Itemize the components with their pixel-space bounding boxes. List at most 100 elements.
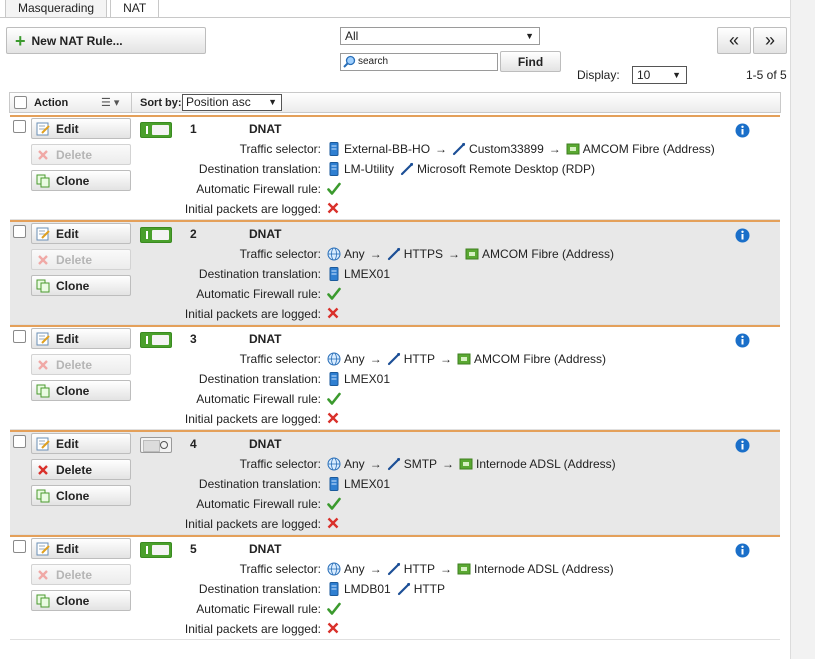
edit-button[interactable]: Edit <box>31 433 131 454</box>
edit-button[interactable]: Edit <box>31 538 131 559</box>
edit-button[interactable]: Edit <box>31 223 131 244</box>
object-label[interactable]: External-BB-HO <box>344 142 430 156</box>
edit-icon <box>36 122 50 136</box>
auto-firewall-label: Automatic Firewall rule: <box>196 392 321 406</box>
object-label[interactable]: LMEX01 <box>344 372 390 386</box>
traffic-selector-value: External-BB-HO → Custom33899 → AMCOM Fibre (… <box>327 142 715 156</box>
destination-translation-label: Destination translation: <box>198 162 321 176</box>
info-icon[interactable] <box>735 438 750 456</box>
traffic-selector-label: Traffic selector: <box>239 562 321 576</box>
cross-icon <box>327 412 339 424</box>
search-input[interactable]: search <box>340 53 498 71</box>
destination-translation-line: Destination translation: LMDB01 HTTP <box>10 582 750 598</box>
auto-firewall-line: Automatic Firewall rule: <box>10 497 750 513</box>
tab-nat[interactable]: NAT <box>110 0 160 18</box>
object-label[interactable]: LMDB01 <box>344 582 391 596</box>
table-row: Edit Delete Clone 1 DNAT Traffic selector: Ext… <box>10 115 780 220</box>
object-label[interactable]: HTTP <box>404 352 435 366</box>
object-label[interactable]: AMCOM Fibre (Address) <box>583 142 715 156</box>
object-label[interactable]: Custom33899 <box>469 142 544 156</box>
info-icon[interactable] <box>735 228 750 246</box>
object-label[interactable]: Microsoft Remote Desktop (RDP) <box>417 162 595 176</box>
object-label[interactable]: HTTP <box>414 582 445 596</box>
packets-logged-label: Initial packets are logged: <box>184 202 321 216</box>
new-nat-rule-button[interactable]: + New NAT Rule... <box>6 27 206 54</box>
edit-button[interactable]: Edit <box>31 328 131 349</box>
object-label[interactable]: Any <box>344 247 365 261</box>
find-button[interactable]: Find <box>500 51 561 72</box>
object-label[interactable]: Internode ADSL (Address) <box>474 562 614 576</box>
auto-firewall-label: Automatic Firewall rule: <box>196 287 321 301</box>
search-icon <box>343 55 356 74</box>
check-icon <box>327 497 341 511</box>
auto-firewall-line: Automatic Firewall rule: <box>10 182 750 198</box>
service-icon <box>387 562 401 576</box>
page-prev-button[interactable]: « <box>717 27 751 54</box>
network-icon <box>459 457 473 471</box>
rule-enable-toggle[interactable] <box>140 332 172 348</box>
edit-label: Edit <box>56 541 79 556</box>
check-icon <box>327 392 341 406</box>
destination-translation-line: Destination translation: LMEX01 <box>10 267 750 283</box>
traffic-selector-label: Traffic selector: <box>239 352 321 366</box>
object-label[interactable]: Any <box>344 352 365 366</box>
search-placeholder: search <box>358 56 389 67</box>
column-menu-icon[interactable]: ☰ ▾ <box>101 96 119 109</box>
auto-firewall-label: Automatic Firewall rule: <box>196 602 321 616</box>
destination-translation-line: Destination translation: LMEX01 <box>10 477 750 493</box>
arrow-separator: → <box>440 562 453 576</box>
dropdown-arrow-icon: ▼ <box>525 31 534 41</box>
rule-enable-toggle[interactable] <box>140 542 172 558</box>
auto-firewall-line: Automatic Firewall rule: <box>10 287 750 303</box>
plus-icon: + <box>15 30 26 51</box>
packets-logged-line: Initial packets are logged: <box>10 517 750 533</box>
page-next-button[interactable]: » <box>753 27 787 54</box>
column-separator <box>131 93 132 113</box>
object-label[interactable]: LM-Utility <box>344 162 394 176</box>
arrow-separator: → <box>548 142 561 156</box>
traffic-selector-label: Traffic selector: <box>239 247 321 261</box>
object-label[interactable]: LMEX01 <box>344 267 390 281</box>
row-checkbox[interactable] <box>13 435 26 448</box>
traffic-selector-line: Traffic selector: External-BB-HO → Custom33… <box>10 142 750 158</box>
rule-enable-toggle[interactable] <box>140 227 172 243</box>
auto-firewall-line: Automatic Firewall rule: <box>10 602 750 618</box>
object-label[interactable]: Internode ADSL (Address) <box>476 457 616 471</box>
object-label[interactable]: Any <box>344 562 365 576</box>
object-label[interactable]: AMCOM Fibre (Address) <box>482 247 614 261</box>
arrow-separator: → <box>448 247 461 261</box>
rule-position: 3 <box>190 332 197 346</box>
row-checkbox[interactable] <box>13 120 26 133</box>
info-icon[interactable] <box>735 333 750 351</box>
info-icon[interactable] <box>735 543 750 561</box>
tab-masquerading[interactable]: Masquerading <box>5 0 108 18</box>
sort-by-select[interactable]: Position asc ▼ <box>182 94 282 111</box>
object-label[interactable]: SMTP <box>404 457 437 471</box>
object-label[interactable]: AMCOM Fibre (Address) <box>474 352 606 366</box>
row-checkbox[interactable] <box>13 330 26 343</box>
server-icon <box>327 582 341 596</box>
rule-enable-toggle[interactable] <box>140 122 172 138</box>
object-label[interactable]: HTTP <box>404 562 435 576</box>
display-count-select[interactable]: 10 ▼ <box>632 66 687 84</box>
rule-enable-toggle[interactable] <box>140 437 172 453</box>
row-checkbox[interactable] <box>13 225 26 238</box>
object-label[interactable]: HTTPS <box>404 247 443 261</box>
filter-select-value: All <box>345 29 359 43</box>
check-icon <box>327 182 341 196</box>
globe-icon <box>327 562 341 576</box>
filter-select[interactable]: All ▼ <box>340 27 540 45</box>
object-label[interactable]: LMEX01 <box>344 477 390 491</box>
row-checkbox[interactable] <box>13 540 26 553</box>
rule-type: DNAT <box>249 122 282 136</box>
network-icon <box>566 142 580 156</box>
traffic-selector-line: Traffic selector: Any → HTTPS → AMCOM Fibre (… <box>10 247 750 263</box>
edit-button[interactable]: Edit <box>31 118 131 139</box>
server-icon <box>327 372 341 386</box>
info-icon[interactable] <box>735 123 750 141</box>
object-label[interactable]: Any <box>344 457 365 471</box>
scroll-gutter <box>790 0 815 659</box>
network-icon <box>457 352 471 366</box>
select-all-checkbox[interactable] <box>14 96 27 109</box>
destination-translation-label: Destination translation: <box>198 582 321 596</box>
